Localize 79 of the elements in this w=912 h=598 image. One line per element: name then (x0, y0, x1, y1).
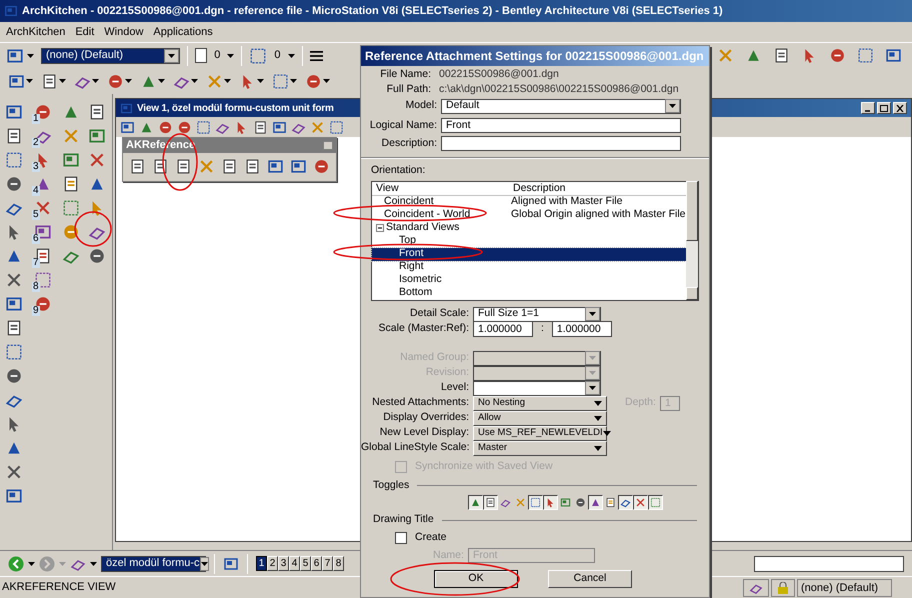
palette-number: 8 (32, 282, 40, 292)
list-row[interactable]: Isometric (372, 274, 686, 287)
field-label: Detail Scale: (409, 306, 470, 322)
palette-number: 5 (32, 210, 40, 220)
column-header[interactable]: Description (511, 182, 566, 195)
palette-number: 7 (32, 258, 40, 268)
list-row[interactable]: Coincident - World Global Origin aligned with Master File (372, 208, 686, 222)
section-label: Toggles (373, 478, 410, 492)
dropdown-button[interactable]: Allow (473, 410, 607, 426)
list-row[interactable]: Coincident Aligned with Master File (372, 196, 686, 209)
view-number-button[interactable]: 3 (278, 556, 289, 571)
view-number-button[interactable]: 2 (267, 556, 278, 571)
field-label: Display Overrides: (382, 410, 470, 426)
view-name: Coincident - World (384, 207, 470, 222)
view-dropdown[interactable]: özel modül formu-c (101, 556, 206, 572)
palette-number: 4 (32, 186, 40, 196)
checkbox-label: Create (415, 530, 447, 545)
view-description: Aligned with Master File (511, 194, 622, 209)
palette-number: 6 (32, 234, 40, 244)
field-label: Scale (Master:Ref): (378, 321, 470, 336)
view-number-button[interactable]: 1 (256, 556, 267, 571)
view-name: Isometric (399, 272, 442, 288)
dropdown-button[interactable]: No Nesting (473, 396, 607, 411)
view-name: Top (399, 233, 416, 248)
menu-item[interactable]: Applications (153, 24, 213, 40)
info-value: c:\ak\dgn\002215S00986\002215S00986@001.dgn (439, 82, 679, 98)
palette-number: 1 (32, 114, 40, 124)
field-label: New Level Display: (378, 425, 470, 440)
level-dropdown[interactable]: (none) (Default) (41, 48, 180, 64)
palette-number: 9 (32, 306, 40, 316)
menu-item[interactable]: Window (104, 24, 144, 40)
dialog-title: Reference Attachment Settings for 002215S00986@001.dgn (361, 46, 709, 66)
status-message: AKREFERENCE VIEW (1, 580, 116, 596)
field-label: Model: (404, 98, 438, 114)
view-name: Bottom (399, 285, 432, 300)
menu-item[interactable]: ArchKitchen (6, 24, 66, 40)
info-value: 002215S00986@001.dgn (439, 67, 559, 82)
column-header[interactable]: View (372, 182, 511, 195)
field-label: Description: (380, 136, 438, 151)
field-label: Nested Attachments: (371, 395, 470, 410)
view-number-button[interactable]: 7 (322, 556, 333, 571)
list-row[interactable]: Right (372, 260, 686, 274)
info-label: Full Path: (386, 82, 432, 98)
view-description: Global Origin aligned with Master File (511, 207, 686, 222)
list-row[interactable]: Bottom (372, 286, 686, 300)
palette-number: 2 (32, 138, 40, 148)
view-name: Standard Views (386, 220, 460, 236)
dropdown-field[interactable]: Full Size 1=1 (473, 306, 601, 322)
logical-name-input[interactable]: Front (441, 118, 681, 133)
menu-item[interactable]: Edit (75, 24, 94, 40)
window-title: ArchKitchen - 002215S00986@001.dgn - reference file - MicroStation V8i (SELECTseries 2) - Bentley Architecture V8i (SELECTseries 1) (22, 4, 723, 19)
dropdown-button[interactable]: Master (473, 440, 607, 456)
model-dropdown[interactable]: Default (441, 98, 681, 114)
view-number-button[interactable]: 8 (333, 556, 344, 571)
section-label: Orientation: (371, 163, 426, 178)
view-name: Coincident (384, 194, 434, 209)
scale-input[interactable]: 1.000000 (552, 321, 612, 338)
field-label: Logical Name: (368, 118, 438, 133)
list-row[interactable]: Front (372, 248, 686, 261)
list-row[interactable]: Top (372, 234, 686, 248)
field-label: Level: (440, 380, 470, 396)
ok-button[interactable]: OK (434, 570, 518, 588)
ratio-colon: : (540, 321, 545, 336)
cancel-button[interactable]: Cancel (548, 570, 632, 588)
view-number-button[interactable]: 6 (311, 556, 322, 571)
list-row[interactable]: Standard Views (372, 222, 686, 235)
field-label: Global LineStyle Scale: (361, 440, 471, 456)
section-label: Drawing Title (373, 512, 434, 528)
view-name: Right (399, 259, 424, 274)
info-label: File Name: (379, 67, 432, 82)
scale-input[interactable]: 1.000000 (473, 321, 533, 338)
view-number-button[interactable]: 5 (300, 556, 311, 571)
view-number-button[interactable]: 4 (289, 556, 300, 571)
color-value: 0 (213, 48, 222, 64)
view-title: View 1, özel modül formu-custom unit form (137, 102, 334, 116)
style-value: 0 (273, 48, 282, 64)
active-level: (none) (Default) (797, 578, 892, 596)
view-name: Front (399, 246, 424, 261)
palette-number: 3 (32, 162, 40, 172)
